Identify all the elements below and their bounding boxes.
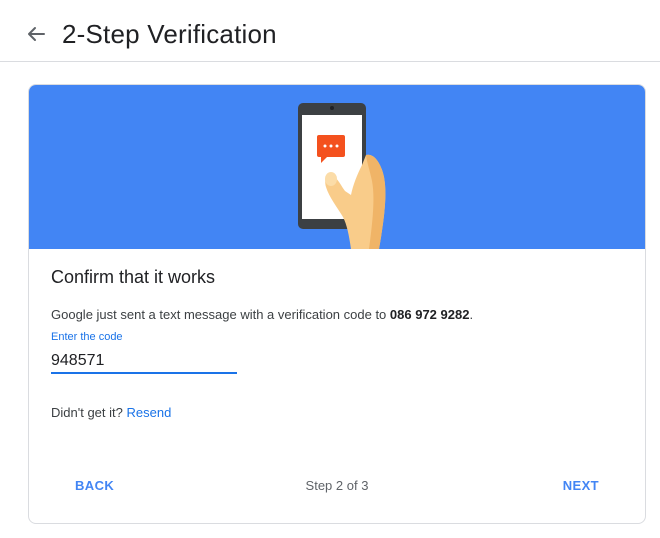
verification-description: Google just sent a text message with a v… — [51, 306, 473, 324]
page-header: 2-Step Verification — [0, 0, 660, 62]
phone-number: 086 972 9282 — [389, 307, 470, 322]
description-text: Google just sent a text message with a v… — [51, 307, 390, 322]
card-title: Confirm that it works — [51, 267, 216, 287]
resend-prompt: Didn't get it? — [51, 405, 123, 420]
code-field-label: Enter the code — [51, 331, 123, 343]
resend-link[interactable]: Resend — [126, 405, 171, 420]
next-button[interactable]: NEXT — [551, 474, 611, 497]
verification-code-input[interactable] — [51, 350, 237, 374]
verification-card: Confirm that it works Google just sent a… — [28, 84, 646, 524]
description-suffix: . — [469, 307, 474, 322]
phone-message-illustration — [298, 103, 386, 249]
arrow-left-icon[interactable] — [24, 22, 48, 46]
banner — [29, 85, 645, 249]
resend-line: Didn't get it? Resend — [51, 404, 171, 422]
page-title: 2-Step Verification — [62, 19, 277, 49]
